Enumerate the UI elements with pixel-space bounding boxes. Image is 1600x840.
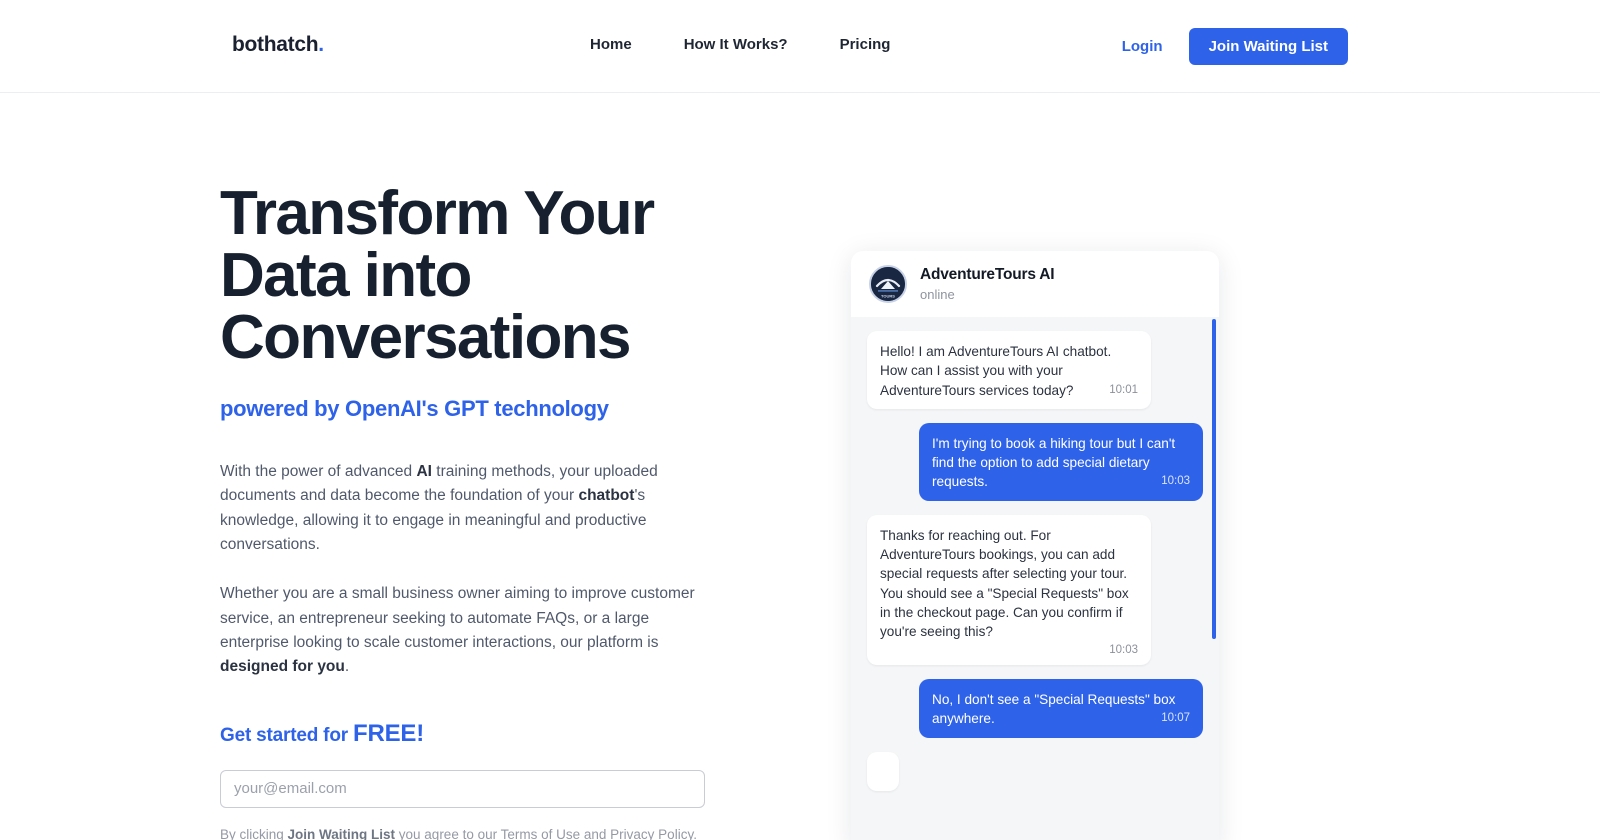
brand-logo[interactable]: bothatch.: [232, 33, 324, 57]
chat-bubble-text: Hello! I am AdventureTours AI chatbot. H…: [880, 344, 1112, 398]
chat-identity: AdventureTours AI online: [920, 265, 1055, 302]
hero-section: Transform Your Data into Conversations p…: [220, 183, 720, 840]
chat-message-row-partial: [867, 751, 1203, 791]
chat-message-row: No, I don't see a "Special Requests" box…: [867, 679, 1203, 738]
chat-bubble-timestamp: 10:03: [1109, 643, 1138, 656]
chat-bubble-text: I'm trying to book a hiking tour but I c…: [932, 435, 1176, 490]
hero-p2-part1: Whether you are a small business owner a…: [220, 585, 695, 651]
nav-item-home[interactable]: Home: [590, 36, 658, 53]
main-navigation: Home How It Works? Pricing: [590, 36, 916, 53]
hero-p2-bold1: designed for you: [220, 658, 345, 676]
chat-bubble-user: I'm trying to book a hiking tour but I c…: [919, 422, 1203, 501]
join-waiting-list-button[interactable]: Join Waiting List: [1188, 28, 1348, 65]
legal-disclaimer: By clicking Join Waiting List you agree …: [220, 826, 720, 840]
chat-bubble-timestamp: 10:03: [1161, 475, 1190, 488]
chat-bubble-user: No, I don't see a "Special Requests" box…: [919, 679, 1203, 738]
chat-bubble-timestamp: 10:07: [1161, 712, 1190, 725]
chat-message-list[interactable]: Hello! I am AdventureTours AI chatbot. H…: [851, 317, 1219, 840]
get-started-heading-small: Get started for: [220, 724, 353, 746]
chat-message-row: I'm trying to book a hiking tour but I c…: [867, 422, 1203, 501]
chat-bot-name: AdventureTours AI: [920, 265, 1055, 283]
get-started-heading-free: FREE!: [353, 719, 425, 747]
chat-bubble-text: Thanks for reaching out. For AdventureTo…: [880, 527, 1129, 640]
hero-subtitle: powered by OpenAI's GPT technology: [220, 396, 609, 421]
hero-paragraph-2: Whether you are a small business owner a…: [220, 582, 712, 679]
email-input[interactable]: [220, 769, 705, 808]
chat-bubble-timestamp: 10:01: [1109, 383, 1138, 396]
get-started-heading: Get started for FREE!: [220, 720, 720, 748]
chat-bubble-bot: Hello! I am AdventureTours AI chatbot. H…: [867, 331, 1151, 409]
login-link[interactable]: Login: [1122, 38, 1163, 55]
chat-bubble-bot-partial: [867, 751, 899, 791]
page-title: Transform Your Data into Conversations: [220, 179, 655, 372]
brand-logo-text: bothatch: [232, 33, 319, 56]
site-header: bothatch. Home How It Works? Pricing Log…: [0, 0, 1600, 93]
page-body: Transform Your Data into Conversations p…: [0, 93, 1600, 840]
hero-p1-bold2: chatbot: [578, 487, 635, 505]
chat-message-row: Thanks for reaching out. For AdventureTo…: [867, 514, 1203, 666]
hero-p1-bold1: AI: [416, 463, 432, 480]
privacy-policy-link[interactable]: Privacy Policy: [610, 827, 693, 840]
chat-widget: TOURS AdventureTours AI online Hello! I …: [851, 251, 1219, 840]
hero-p2-part2: .: [344, 658, 350, 676]
chat-scrollbar[interactable]: [1212, 319, 1216, 840]
chat-status-badge: online: [920, 286, 955, 302]
legal-part2: you agree to our: [395, 826, 501, 840]
legal-part4: .: [693, 826, 697, 840]
nav-item-how-it-works[interactable]: How It Works?: [658, 36, 814, 53]
chat-scrollbar-thumb[interactable]: [1212, 319, 1216, 639]
brand-logo-dot: .: [318, 33, 324, 56]
chat-message-row: Hello! I am AdventureTours AI chatbot. H…: [867, 331, 1203, 409]
hero-paragraph-1: With the power of advanced AI training m…: [220, 460, 712, 557]
chat-bubble-bot: Thanks for reaching out. For AdventureTo…: [867, 514, 1151, 666]
legal-part1: By clicking: [220, 826, 288, 840]
chat-header: TOURS AdventureTours AI online: [851, 251, 1219, 317]
nav-item-pricing[interactable]: Pricing: [814, 36, 917, 53]
adventure-tours-logo-icon: TOURS: [869, 265, 907, 303]
hero-p1-part1: With the power of advanced: [220, 463, 417, 480]
svg-text:TOURS: TOURS: [881, 294, 895, 299]
chat-bubble-text: No, I don't see a "Special Requests" box…: [932, 692, 1176, 727]
legal-bold1: Join Waiting List: [287, 826, 396, 840]
header-actions: Login Join Waiting List: [1122, 28, 1348, 65]
legal-part3: and: [580, 826, 611, 840]
terms-of-use-link[interactable]: Terms of Use: [501, 827, 581, 840]
